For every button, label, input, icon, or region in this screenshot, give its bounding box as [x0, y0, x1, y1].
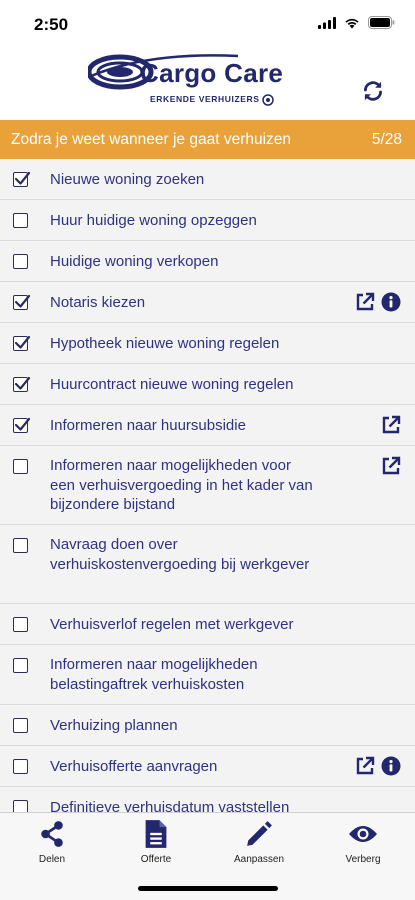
item-actions	[355, 756, 401, 776]
cargo-care-logo: Cargo Care ERKENDE VERHUIZERS	[88, 50, 288, 110]
external-link-icon[interactable]	[355, 292, 375, 312]
signal-icon	[318, 16, 336, 34]
checklist-item-label: Verhuisofferte aanvragen	[50, 758, 218, 775]
checkbox-unchecked[interactable]	[13, 658, 28, 673]
tab-offerte[interactable]: Offerte	[111, 819, 201, 865]
checkbox-checked[interactable]	[13, 376, 31, 392]
checklist-item-label: Informeren naar mogelijkheden belastinga…	[50, 656, 258, 693]
checkbox-checked[interactable]	[13, 417, 31, 433]
checkbox-unchecked[interactable]	[13, 538, 28, 553]
checklist-item-label: Informeren naar mogelijkheden voor een v…	[50, 457, 313, 513]
external-link-icon[interactable]	[381, 456, 401, 476]
battery-icon	[368, 16, 395, 34]
checklist-item[interactable]: Informeren naar huursubsidie	[0, 405, 415, 446]
tab-label: Verberg	[345, 854, 381, 865]
checkbox-unchecked[interactable]	[13, 759, 28, 774]
status-bar: 2:50	[0, 0, 415, 48]
item-actions	[355, 292, 401, 312]
checklist-item[interactable]: Verhuisverlof regelen met werkgever	[0, 604, 415, 645]
share-icon	[41, 821, 63, 847]
status-time: 2:50	[34, 15, 69, 34]
checkbox-checked[interactable]	[13, 171, 31, 187]
logo-title: Cargo Care	[140, 58, 284, 88]
checklist-item[interactable]: Navraag doen over verhuiskostenvergoedin…	[0, 525, 415, 604]
section-banner: Zodra je weet wanneer je gaat verhuizen …	[0, 120, 415, 159]
tab-delen[interactable]: Delen	[7, 819, 97, 865]
checkbox-unchecked[interactable]	[13, 617, 28, 632]
checkbox-unchecked[interactable]	[13, 213, 28, 228]
item-actions	[381, 456, 401, 476]
progress-count: 5/28	[371, 130, 402, 148]
checklist-item[interactable]: Hypotheek nieuwe woning regelen	[0, 323, 415, 364]
wifi-icon	[344, 16, 360, 34]
checklist-item[interactable]: Informeren naar mogelijkheden belastinga…	[0, 645, 415, 705]
checklist-item-label: Verhuisverlof regelen met werkgever	[50, 616, 294, 633]
item-actions	[381, 415, 401, 435]
section-title: Zodra je weet wanneer je gaat verhuizen	[11, 130, 292, 148]
home-indicator	[138, 886, 278, 891]
checkbox-unchecked[interactable]	[13, 800, 28, 812]
status-icons	[318, 16, 395, 34]
tab-aanpassen[interactable]: Aanpassen	[214, 819, 304, 865]
checklist-item[interactable]: Huidige woning verkopen	[0, 241, 415, 282]
tab-label: Delen	[38, 854, 66, 865]
info-icon[interactable]	[381, 756, 401, 776]
document-icon	[145, 820, 167, 848]
logo-subtitle: ERKENDE VERHUIZERS	[150, 94, 260, 104]
checklist-item-label: Huur huidige woning opzeggen	[50, 212, 257, 229]
checklist-item-label: Hypotheek nieuwe woning regelen	[50, 335, 280, 352]
checklist-item[interactable]: Definitieve verhuisdatum vaststellen	[0, 787, 415, 812]
checkbox-unchecked[interactable]	[13, 254, 28, 269]
checklist-item-label: Verhuizing plannen	[50, 717, 178, 734]
checkbox-unchecked[interactable]	[13, 459, 28, 474]
checklist-item[interactable]: Huurcontract nieuwe woning regelen	[0, 364, 415, 405]
checklist-item-label: Navraag doen over verhuiskostenvergoedin…	[50, 536, 310, 573]
checkbox-checked[interactable]	[13, 335, 31, 351]
checklist-item-label: Huurcontract nieuwe woning regelen	[50, 376, 294, 393]
checklist-item-label: Notaris kiezen	[50, 294, 146, 311]
tab-label: Offerte	[140, 854, 172, 865]
checklist-item-label: Definitieve verhuisdatum vaststellen	[50, 799, 290, 812]
checklist-item-label: Huidige woning verkopen	[50, 253, 219, 270]
checklist-item[interactable]: Verhuisofferte aanvragen	[0, 746, 415, 787]
checklist-item[interactable]: Notaris kiezen	[0, 282, 415, 323]
external-link-icon[interactable]	[381, 415, 401, 435]
checklist-item[interactable]: Verhuizing plannen	[0, 705, 415, 746]
checkbox-checked[interactable]	[13, 294, 31, 310]
info-icon[interactable]	[381, 292, 401, 312]
checklist-item[interactable]: Informeren naar mogelijkheden voor een v…	[0, 446, 415, 525]
app-header: Cargo Care ERKENDE VERHUIZERS	[0, 48, 415, 120]
tab-verberg[interactable]: Verberg	[318, 819, 408, 865]
refresh-button[interactable]	[360, 78, 386, 104]
pencil-icon	[247, 821, 272, 846]
checklist-item-label: Informeren naar huursubsidie	[50, 417, 246, 434]
eye-icon	[349, 826, 377, 842]
checklist-item-label: Nieuwe woning zoeken	[50, 171, 205, 188]
tab-label: Aanpassen	[233, 854, 285, 865]
refresh-icon	[364, 81, 382, 101]
external-link-icon[interactable]	[355, 756, 375, 776]
checkbox-unchecked[interactable]	[13, 718, 28, 733]
checklist-item[interactable]: Huur huidige woning opzeggen	[0, 200, 415, 241]
checklist[interactable]: Nieuwe woning zoeken Huur huidige woning …	[0, 159, 415, 812]
checklist-item[interactable]: Nieuwe woning zoeken	[0, 159, 415, 200]
